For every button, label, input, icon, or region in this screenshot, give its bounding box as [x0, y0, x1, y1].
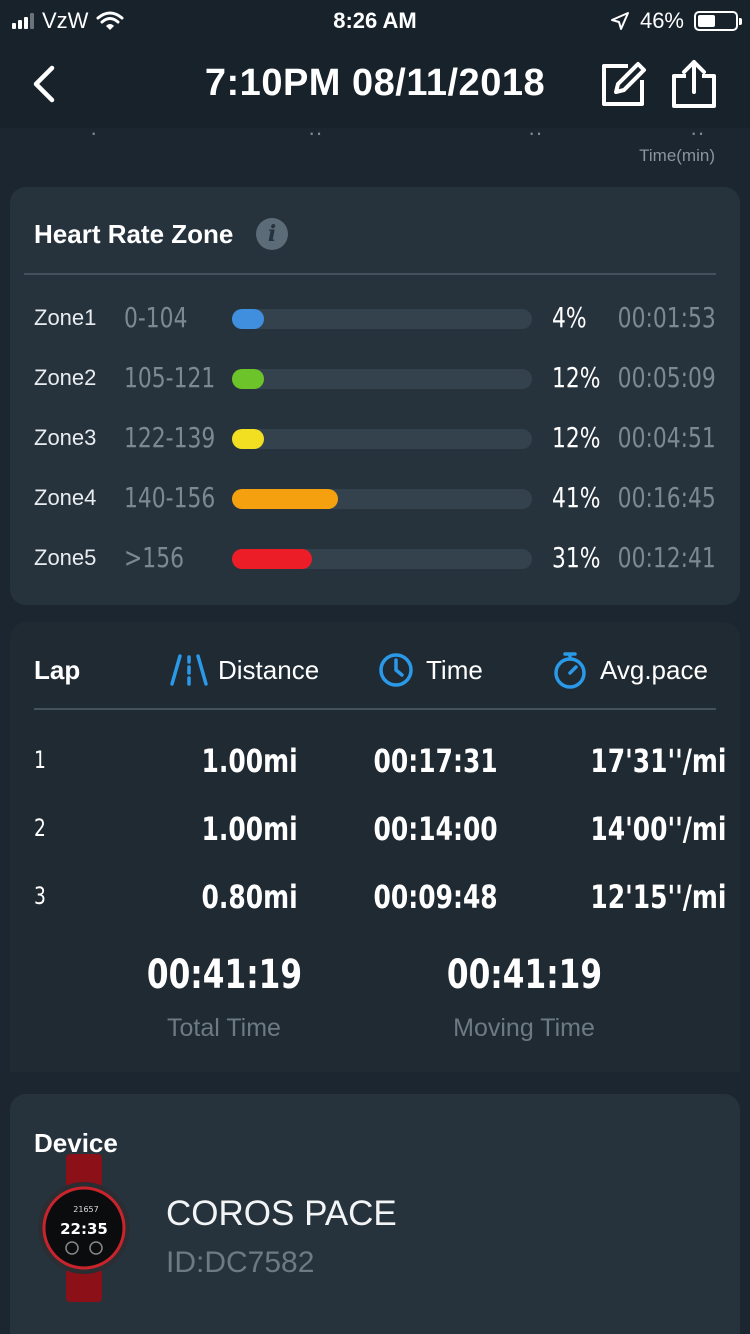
time-header-label: Time	[426, 654, 483, 685]
nav-bar: 7:10PM 08/11/2018	[0, 40, 750, 128]
zone-range: 0-104	[124, 301, 188, 334]
lap-header-distance: Distance	[170, 650, 319, 690]
total-time-value: 00:41:19	[146, 952, 302, 998]
lap-row: 1 1.00mi 00:17:31 17'31''/mi	[10, 742, 740, 782]
lap-pace: 17'31''/mi	[589, 742, 726, 780]
lap-distance: 0.80mi	[201, 878, 299, 916]
zone-percent: 41%	[552, 481, 601, 514]
lap-index: 1	[34, 746, 46, 774]
stopwatch-icon	[554, 652, 586, 689]
lap-distance: 1.00mi	[201, 810, 299, 848]
chart-tick-ghost: ··	[690, 128, 705, 145]
battery-percent: 46%	[639, 8, 684, 33]
lap-time: 00:14:00	[373, 810, 499, 848]
zone-range: >156	[124, 541, 184, 574]
zone-range: 140-156	[124, 481, 216, 514]
moving-time-value: 00:41:19	[446, 952, 602, 998]
zone-bar-fill	[232, 489, 338, 509]
chart-x-unit-label: Time(min)	[639, 146, 715, 165]
device-card: Device 22:35 21657 COROS PACE ID:DC7582	[10, 1094, 740, 1334]
divider	[24, 273, 716, 275]
zone-percent: 4%	[552, 301, 587, 334]
lap-pace: 14'00''/mi	[589, 810, 726, 848]
zone-time: 00:12:41	[617, 541, 716, 574]
lap-time: 00:09:48	[373, 878, 499, 916]
zone-bar-track	[232, 369, 532, 389]
info-icon[interactable]: i	[256, 218, 288, 250]
lap-row: 2 1.00mi 00:14:00 14'00''/mi	[10, 810, 740, 850]
chart-tick-ghost: ·	[90, 128, 98, 145]
heart-rate-zone-card: Heart Rate Zone i Zone1 0-104 4% 00:01:53 Zo…	[10, 187, 740, 605]
zone-percent: 31%	[552, 541, 601, 574]
zone-row: Zone1 0-104 4% 00:01:53	[10, 299, 740, 339]
status-right: 46%	[610, 8, 742, 34]
zone-bar-fill	[232, 369, 264, 389]
distance-header-label: Distance	[218, 654, 320, 685]
watch-icon: 22:35 21657	[38, 1154, 130, 1302]
lap-index: 3	[34, 882, 46, 910]
zone-name: Zone1	[34, 305, 97, 330]
zone-time: 00:05:09	[617, 361, 716, 394]
lap-card: Lap Distance Time Avg.pace 1 1.00mi 00:17:…	[10, 622, 740, 1072]
lap-index: 2	[34, 814, 46, 842]
total-time-label: Total Time	[167, 1014, 281, 1042]
lap-header-time: Time	[378, 650, 483, 690]
share-icon[interactable]	[668, 58, 720, 110]
edit-icon[interactable]	[598, 60, 648, 110]
zone-time: 00:16:45	[617, 481, 716, 514]
zone-row: Zone2 105-121 12% 00:05:09	[10, 359, 740, 399]
lap-pace: 12'15''/mi	[589, 878, 726, 916]
battery-level	[698, 15, 715, 27]
distance-icon	[170, 654, 208, 686]
zone-row: Zone5 >156 31% 00:12:41	[10, 539, 740, 579]
zone-time: 00:01:53	[617, 301, 716, 334]
zone-bar-fill	[232, 549, 312, 569]
heart-rate-zone-title: Heart Rate Zone	[34, 219, 234, 249]
location-icon	[610, 12, 629, 30]
zone-time: 00:04:51	[617, 421, 716, 454]
svg-text:22:35: 22:35	[60, 1220, 108, 1238]
status-bar: VzW 8:26 AM 46%	[0, 0, 750, 40]
zone-bar-track	[232, 309, 532, 329]
device-id: ID:DC7582	[166, 1246, 315, 1279]
zone-percent: 12%	[552, 421, 601, 454]
zone-range: 105-121	[124, 361, 216, 394]
battery-icon	[694, 11, 742, 31]
pace-header-label: Avg.pace	[600, 654, 708, 685]
chart-tick-ghost: ··	[308, 128, 323, 145]
zone-bar-fill	[232, 309, 264, 329]
zone-range: 122-139	[124, 421, 216, 454]
device-name: COROS PACE	[166, 1194, 397, 1233]
divider	[34, 708, 716, 710]
zone-bar-track	[232, 549, 532, 569]
lap-header-pace: Avg.pace	[552, 650, 708, 690]
zone-bar-fill	[232, 429, 264, 449]
lap-distance: 1.00mi	[201, 742, 299, 780]
zone-bar-track	[232, 489, 532, 509]
chart-remnant: · ·· ·· ·· Time(min)	[0, 128, 750, 180]
zone-name: Zone4	[34, 485, 97, 510]
lap-time: 00:17:31	[373, 742, 499, 780]
lap-header-label: Lap	[34, 654, 81, 685]
zone-name: Zone2	[34, 365, 97, 390]
zone-row: Zone3 122-139 12% 00:04:51	[10, 419, 740, 459]
clock-icon	[379, 653, 413, 687]
lap-header-lap: Lap	[34, 650, 80, 690]
moving-time-label: Moving Time	[453, 1014, 595, 1042]
zone-name: Zone3	[34, 425, 97, 450]
zone-row: Zone4 140-156 41% 00:16:45	[10, 479, 740, 519]
zone-bar-track	[232, 429, 532, 449]
zone-percent: 12%	[552, 361, 601, 394]
zone-name: Zone5	[34, 545, 97, 570]
chart-tick-ghost: ··	[528, 128, 543, 145]
lap-row: 3 0.80mi 00:09:48 12'15''/mi	[10, 878, 740, 918]
svg-text:21657: 21657	[73, 1205, 98, 1214]
